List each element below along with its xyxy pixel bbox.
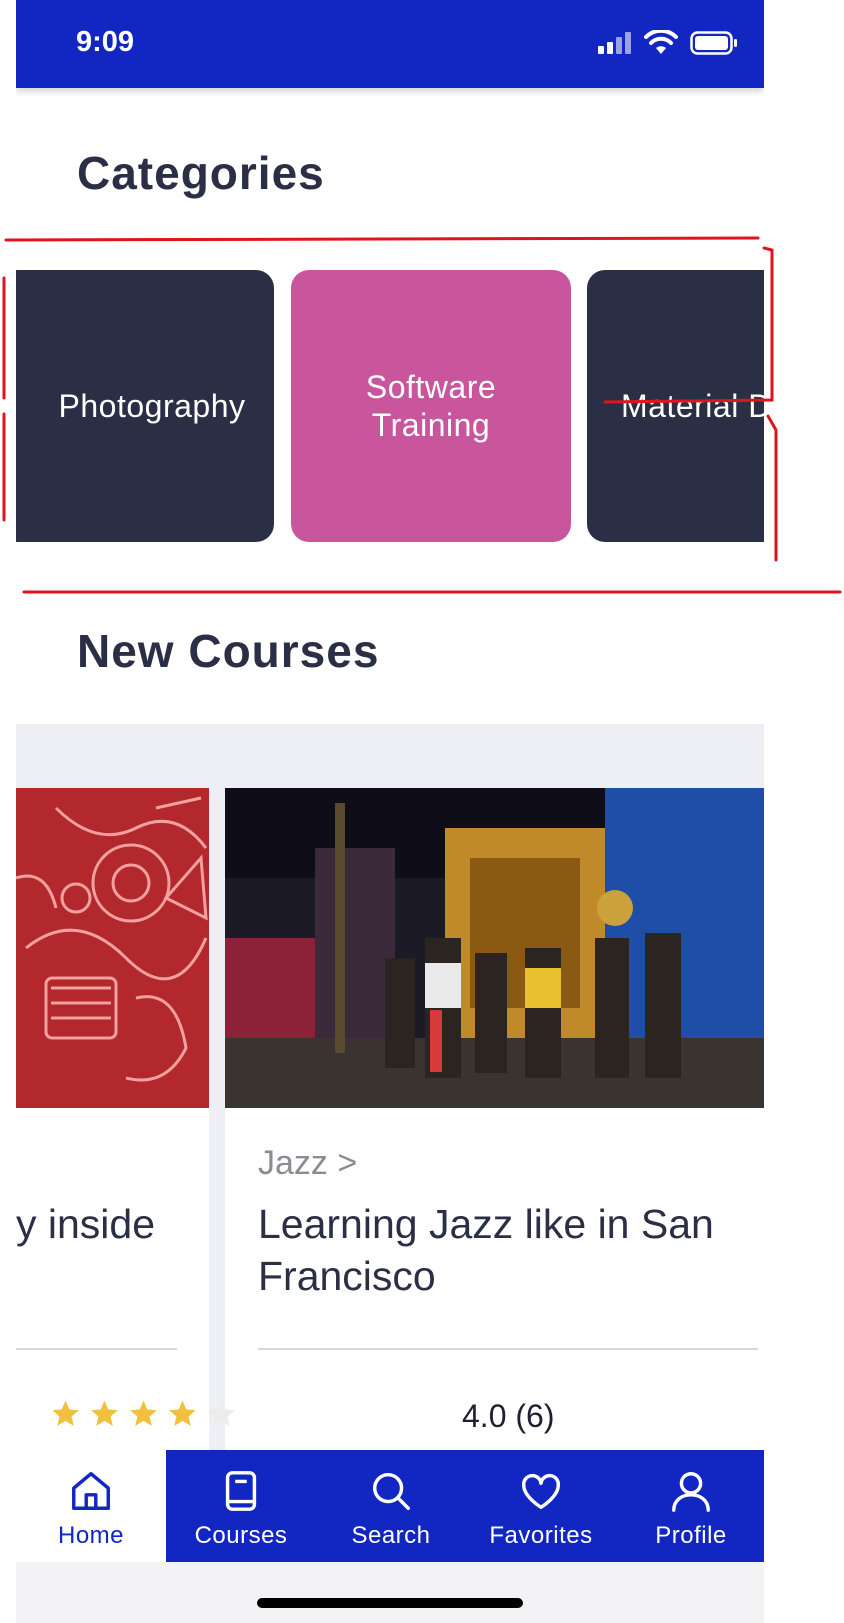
category-card-material-design[interactable]: Material Des (587, 270, 764, 542)
tab-label: Search (351, 1522, 431, 1549)
tab-favorites[interactable]: Favorites (466, 1450, 616, 1562)
course-divider (258, 1348, 758, 1350)
battery-icon (690, 31, 737, 55)
home-indicator[interactable] (257, 1598, 523, 1608)
status-time: 9:09 (76, 26, 135, 58)
course-title: y inside (16, 1201, 156, 1247)
star-filled-icon (91, 1400, 118, 1426)
course-card-jazz[interactable]: Jazz > Learning Jazz like in San Francis… (225, 788, 764, 1488)
star-empty-icon (208, 1400, 235, 1426)
star-filled-icon (130, 1400, 157, 1426)
category-label: Material Des (621, 388, 764, 424)
jazz-street-photo (225, 788, 764, 1108)
neon-instruments-image (16, 788, 209, 1108)
course-card-partial[interactable]: y inside (16, 788, 209, 1488)
tab-label: Favorites (489, 1522, 593, 1549)
home-icon (68, 1466, 114, 1516)
course-divider (16, 1348, 177, 1350)
category-label: Software Training (365, 369, 497, 443)
course-image (225, 788, 764, 1108)
profile-icon (668, 1466, 714, 1516)
app-screen: 9:09 Categories Photography Software Tra… (16, 0, 764, 1623)
home-indicator-area (16, 1562, 764, 1623)
tab-profile[interactable]: Profile (616, 1450, 764, 1562)
tab-label: Courses (194, 1522, 288, 1549)
star-filled-icon (52, 1400, 79, 1426)
book-icon (218, 1466, 264, 1516)
rating-stars (49, 1398, 238, 1430)
course-category-breadcrumb[interactable]: Jazz > (258, 1144, 357, 1183)
category-card-software-training[interactable]: Software Training (291, 270, 571, 542)
rating-value: 4.0 (6) (462, 1398, 555, 1434)
course-image (16, 788, 209, 1108)
heart-icon (518, 1466, 564, 1516)
cellular-signal-icon (598, 32, 631, 54)
category-card-photography[interactable]: Photography (16, 270, 274, 542)
course-title: Learning Jazz like in San Francisco (258, 1201, 714, 1299)
tab-label: Home (57, 1522, 125, 1549)
tab-search[interactable]: Search (316, 1450, 466, 1562)
tab-home[interactable]: Home (16, 1450, 166, 1562)
wifi-icon (644, 30, 678, 54)
categories-heading: Categories (77, 147, 325, 199)
status-bar: 9:09 (16, 0, 764, 88)
tab-label: Profile (655, 1522, 727, 1549)
status-icons (596, 30, 738, 56)
search-icon (368, 1466, 414, 1516)
star-filled-icon (169, 1400, 196, 1426)
new-courses-heading: New Courses (77, 625, 380, 677)
category-label: Photography (58, 388, 246, 424)
tab-courses[interactable]: Courses (166, 1450, 316, 1562)
